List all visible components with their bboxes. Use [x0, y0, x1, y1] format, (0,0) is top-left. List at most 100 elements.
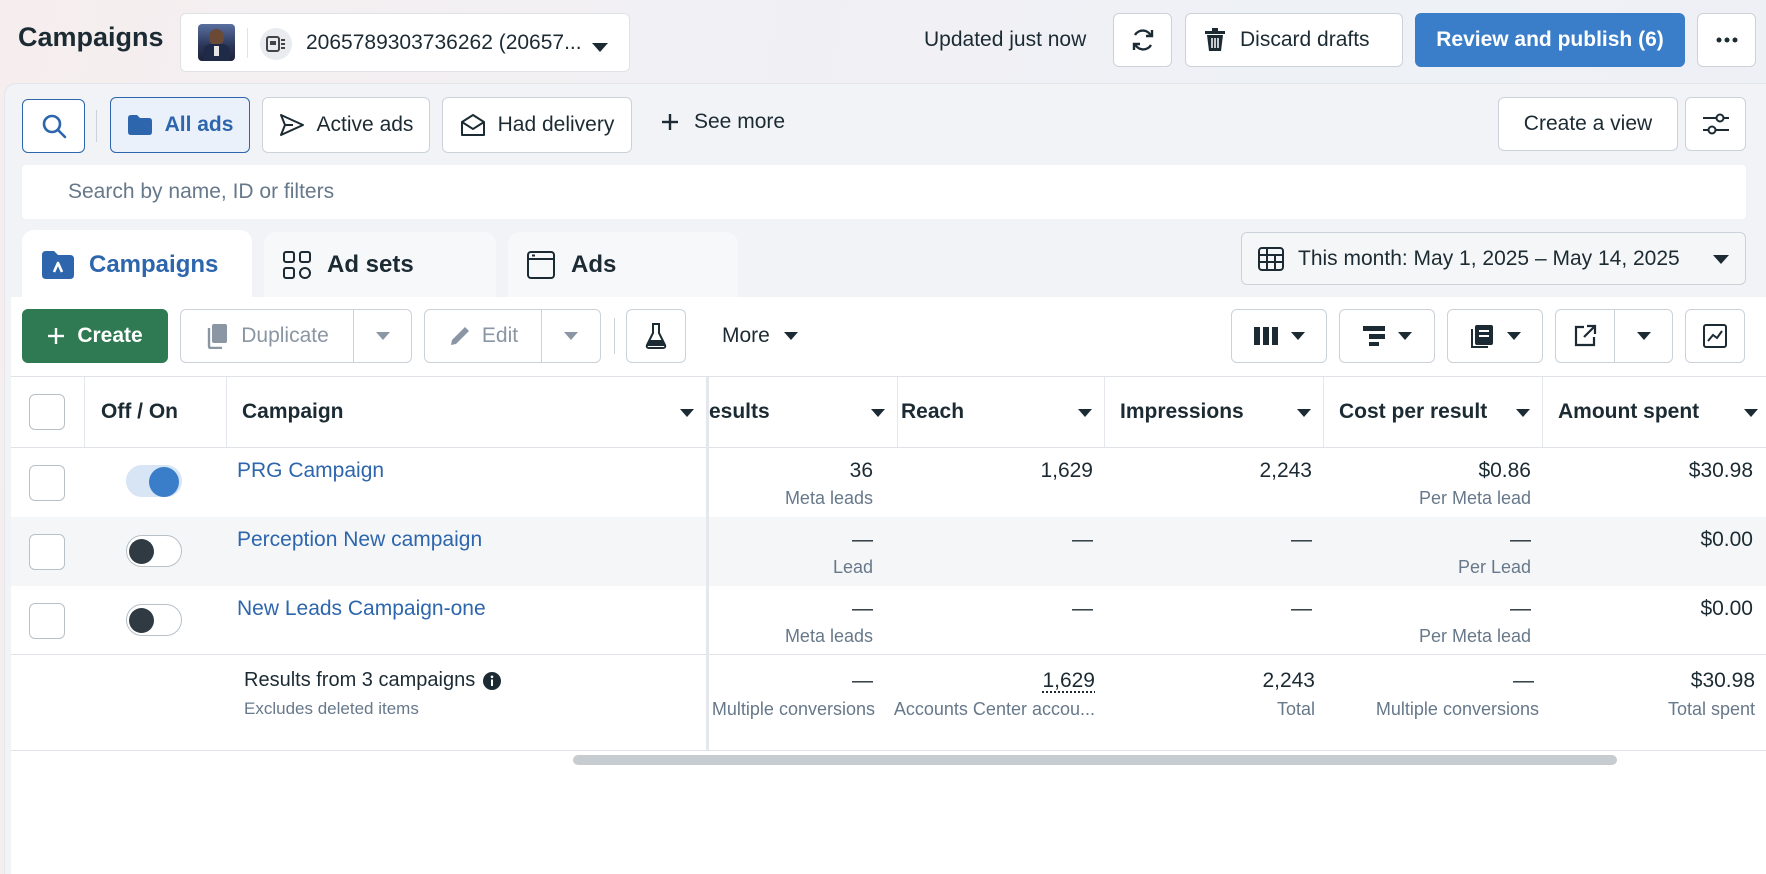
export-button[interactable]: [1555, 309, 1615, 363]
summary-reach-type: Accounts Center accou...: [893, 699, 1095, 719]
results-value: —: [852, 597, 873, 620]
campaign-name-link[interactable]: PRG Campaign: [237, 459, 384, 483]
chevron-down-icon: [375, 332, 390, 340]
experiment-button[interactable]: [626, 309, 686, 363]
sort-caret-icon: [680, 409, 694, 417]
flask-icon: [645, 323, 667, 349]
amount-spent-value: $0.00: [1700, 528, 1753, 551]
discard-drafts-label: Discard drafts: [1240, 28, 1370, 51]
row-checkbox[interactable]: [29, 534, 65, 570]
duplicate-button[interactable]: Duplicate: [180, 309, 354, 363]
create-button[interactable]: Create: [22, 309, 168, 363]
search-toggle-button[interactable]: [22, 99, 85, 153]
see-more-label: See more: [694, 110, 786, 133]
results-value: 36: [849, 459, 873, 482]
sliders-icon: [1702, 113, 1730, 135]
summary-impressions: 2,243: [1262, 669, 1315, 692]
filter-all-ads-label: All ads: [164, 113, 234, 136]
campaign-toggle[interactable]: [126, 604, 182, 636]
page-title: Campaigns: [18, 22, 164, 52]
trash-icon: [1204, 28, 1226, 52]
info-icon[interactable]: [483, 671, 502, 690]
tab-campaigns[interactable]: Campaigns: [22, 230, 252, 300]
charts-button[interactable]: [1685, 309, 1745, 363]
campaign-name-link[interactable]: New Leads Campaign-one: [237, 597, 486, 621]
breakdown-icon: [1362, 325, 1386, 347]
impressions-value: 2,243: [1259, 459, 1312, 482]
tab-ad-sets[interactable]: Ad sets: [264, 232, 496, 298]
more-actions-button[interactable]: More: [722, 324, 798, 348]
summary-amount-spent: $30.98: [1690, 669, 1755, 692]
results-value: —: [852, 528, 873, 551]
table-row[interactable]: Perception New campaign — Lead — — — Per…: [11, 517, 1766, 586]
filter-active-ads[interactable]: Active ads: [262, 97, 430, 153]
row-checkbox[interactable]: [29, 465, 65, 501]
edit-button[interactable]: Edit: [424, 309, 542, 363]
plus-icon: [660, 112, 680, 132]
results-type: Meta leads: [784, 626, 873, 646]
create-label: Create: [77, 324, 143, 347]
column-amount-spent[interactable]: Amount spent: [1543, 377, 1766, 447]
column-campaign[interactable]: Campaign: [227, 377, 707, 447]
summary-label-text: Results from 3 campaigns: [244, 669, 476, 691]
cost-per-result-value: —: [1510, 597, 1531, 620]
create-view-button[interactable]: Create a view: [1498, 97, 1678, 151]
filter-all-ads[interactable]: All ads: [110, 97, 250, 153]
export-dropdown-button[interactable]: [1614, 309, 1673, 363]
campaign-toggle[interactable]: [126, 465, 182, 497]
column-reach[interactable]: Reach: [886, 377, 1105, 447]
date-range-picker[interactable]: This month: May 1, 2025 – May 14, 2025: [1241, 232, 1746, 285]
update-status: Updated just now: [924, 28, 1087, 51]
campaign-name-link[interactable]: Perception New campaign: [237, 528, 482, 552]
tab-campaigns-label: Campaigns: [89, 251, 219, 278]
column-results[interactable]: esults: [709, 377, 898, 447]
sort-caret-icon: [1516, 409, 1530, 417]
search-input[interactable]: [22, 165, 1746, 219]
search-icon: [41, 113, 67, 139]
duplicate-icon: [205, 323, 229, 349]
reach-value: —: [1072, 597, 1093, 620]
more-options-button[interactable]: [1697, 13, 1756, 67]
account-selector[interactable]: 2065789303736262 (20657...: [180, 13, 630, 72]
calendar-table-icon: [1258, 246, 1284, 271]
tab-ads[interactable]: Ads: [508, 232, 738, 298]
column-impressions-label: Impressions: [1120, 400, 1244, 423]
filter-settings-button[interactable]: [1685, 97, 1746, 151]
sort-caret-icon: [871, 409, 885, 417]
divider: [614, 318, 615, 354]
columns-button[interactable]: [1231, 309, 1327, 363]
row-checkbox[interactable]: [29, 603, 65, 639]
reach-value: 1,629: [1040, 459, 1093, 482]
column-cost-per-result-label: Cost per result: [1339, 400, 1488, 423]
column-cost-per-result[interactable]: Cost per result: [1324, 377, 1543, 447]
amount-spent-value: $30.98: [1688, 459, 1753, 482]
refresh-button[interactable]: [1113, 13, 1172, 67]
pencil-icon: [448, 324, 472, 348]
columns-icon: [1253, 326, 1279, 346]
table-row[interactable]: PRG Campaign 36 Meta leads 1,629 2,243 $…: [11, 448, 1766, 517]
frozen-column-divider: [706, 377, 709, 750]
cost-per-result-type: Per Lead: [1457, 557, 1531, 577]
column-impressions[interactable]: Impressions: [1105, 377, 1324, 447]
review-publish-button[interactable]: Review and publish (6): [1415, 13, 1685, 67]
summary-results: —: [852, 669, 873, 692]
horizontal-scrollbar[interactable]: [573, 755, 1617, 765]
grid-icon: [283, 251, 311, 279]
select-all-checkbox[interactable]: [29, 394, 65, 430]
reports-button[interactable]: [1447, 309, 1543, 363]
duplicate-dropdown-button[interactable]: [353, 309, 412, 363]
table-row[interactable]: New Leads Campaign-one — Meta leads — — …: [11, 586, 1766, 655]
campaign-toggle[interactable]: [126, 535, 182, 567]
sort-caret-icon: [1078, 409, 1092, 417]
column-off-on[interactable]: Off / On: [85, 377, 227, 447]
business-icon: [260, 28, 292, 60]
filter-had-delivery[interactable]: Had delivery: [442, 97, 632, 153]
divider: [96, 110, 97, 142]
see-more-button[interactable]: See more: [660, 110, 785, 134]
discard-drafts-button[interactable]: Discard drafts: [1185, 13, 1403, 67]
breakdown-button[interactable]: [1339, 309, 1435, 363]
account-id: 2065789303736262 (20657...: [306, 31, 582, 54]
search-bar: [22, 165, 1746, 219]
edit-dropdown-button[interactable]: [541, 309, 601, 363]
filter-had-delivery-label: Had delivery: [497, 113, 615, 136]
